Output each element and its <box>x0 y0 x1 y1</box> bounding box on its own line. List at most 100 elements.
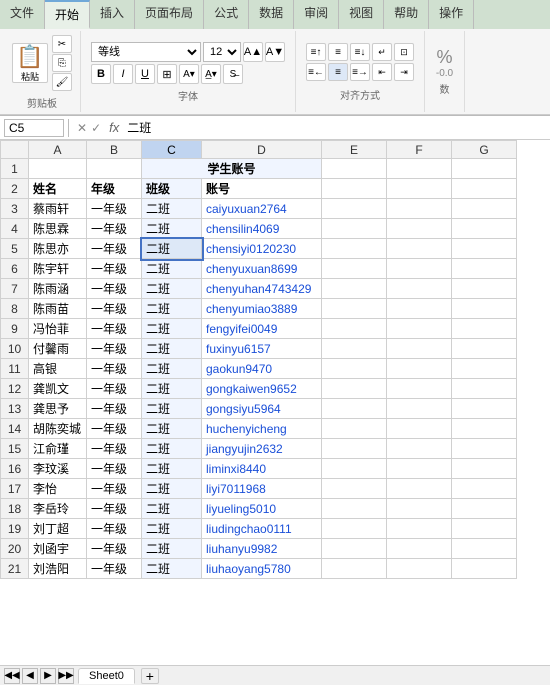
cell-5-e[interactable] <box>322 239 387 259</box>
align-right-button[interactable]: ≡→ <box>350 63 370 81</box>
cell-15-d[interactable]: jiangyujin2632 <box>202 439 322 459</box>
col-header-d[interactable]: D <box>202 141 322 159</box>
cell-5-d[interactable]: chensiyi0120230 <box>202 239 322 259</box>
add-sheet-button[interactable]: + <box>141 668 159 684</box>
row-header-10[interactable]: 10 <box>1 339 29 359</box>
tab-view[interactable]: 视图 <box>339 0 384 29</box>
fill-color-button[interactable]: A▾ <box>179 64 199 84</box>
cell-3-d[interactable]: caiyuxuan2764 <box>202 199 322 219</box>
cell-19-b[interactable]: 一年级 <box>87 519 142 539</box>
cell-15-e[interactable] <box>322 439 387 459</box>
row-header-16[interactable]: 16 <box>1 459 29 479</box>
cell-3-a[interactable]: 蔡雨轩 <box>29 199 87 219</box>
row-header-7[interactable]: 7 <box>1 279 29 299</box>
cell-7-e[interactable] <box>322 279 387 299</box>
first-sheet-button[interactable]: ◀◀ <box>4 668 20 684</box>
row-header-14[interactable]: 14 <box>1 419 29 439</box>
cut-button[interactable]: ✂ <box>52 35 72 53</box>
cell-4-f[interactable] <box>387 219 452 239</box>
cell-2-f[interactable] <box>387 179 452 199</box>
cell-21-f[interactable] <box>387 559 452 579</box>
cell-15-g[interactable] <box>452 439 517 459</box>
cell-3-e[interactable] <box>322 199 387 219</box>
row-header-21[interactable]: 21 <box>1 559 29 579</box>
strikethrough-button[interactable]: S̶ <box>223 64 243 84</box>
cell-11-c[interactable]: 二班 <box>142 359 202 379</box>
row-header-8[interactable]: 8 <box>1 299 29 319</box>
cell-20-d[interactable]: liuhanyu9982 <box>202 539 322 559</box>
cell-5-c[interactable]: 二班 <box>142 239 202 259</box>
cell-4-b[interactable]: 一年级 <box>87 219 142 239</box>
paste-button[interactable]: 📋 粘贴 <box>12 43 48 83</box>
cell-17-a[interactable]: 李怡 <box>29 479 87 499</box>
cell-16-d[interactable]: liminxi8440 <box>202 459 322 479</box>
cell-5-f[interactable] <box>387 239 452 259</box>
cell-13-f[interactable] <box>387 399 452 419</box>
row-header-17[interactable]: 17 <box>1 479 29 499</box>
cell-8-d[interactable]: chenyumiao3889 <box>202 299 322 319</box>
next-sheet-button[interactable]: ▶ <box>40 668 56 684</box>
cell-18-c[interactable]: 二班 <box>142 499 202 519</box>
cell-6-g[interactable] <box>452 259 517 279</box>
cancel-formula-icon[interactable]: ✕ <box>77 121 87 135</box>
cell-10-a[interactable]: 付馨雨 <box>29 339 87 359</box>
cell-9-b[interactable]: 一年级 <box>87 319 142 339</box>
cell-19-c[interactable]: 二班 <box>142 519 202 539</box>
row-header-4[interactable]: 4 <box>1 219 29 239</box>
cell-11-d[interactable]: gaokun9470 <box>202 359 322 379</box>
cell-2-c[interactable]: 班级 <box>142 179 202 199</box>
cell-3-b[interactable]: 一年级 <box>87 199 142 219</box>
cell-21-e[interactable] <box>322 559 387 579</box>
increase-indent-button[interactable]: ⇥ <box>394 63 414 81</box>
row-header-1[interactable]: 1 <box>1 159 29 179</box>
align-left-button[interactable]: ≡← <box>306 63 326 81</box>
tab-data[interactable]: 数据 <box>249 0 294 29</box>
cell-10-g[interactable] <box>452 339 517 359</box>
cell-9-e[interactable] <box>322 319 387 339</box>
col-header-b[interactable]: B <box>87 141 142 159</box>
cell-20-f[interactable] <box>387 539 452 559</box>
cell-title-merged[interactable]: 学生账号 <box>142 159 322 179</box>
cell-9-d[interactable]: fengyifei0049 <box>202 319 322 339</box>
cell-7-b[interactable]: 一年级 <box>87 279 142 299</box>
cell-13-e[interactable] <box>322 399 387 419</box>
bold-button[interactable]: B <box>91 64 111 84</box>
cell-16-f[interactable] <box>387 459 452 479</box>
cell-16-g[interactable] <box>452 459 517 479</box>
cell-14-g[interactable] <box>452 419 517 439</box>
cell-1-f[interactable] <box>387 159 452 179</box>
sheet-tab-sheet0[interactable]: Sheet0 <box>78 668 135 684</box>
tab-formula[interactable]: 公式 <box>204 0 249 29</box>
cell-11-g[interactable] <box>452 359 517 379</box>
cell-3-c[interactable]: 二班 <box>142 199 202 219</box>
cell-8-a[interactable]: 陈雨苗 <box>29 299 87 319</box>
cell-10-c[interactable]: 二班 <box>142 339 202 359</box>
row-header-20[interactable]: 20 <box>1 539 29 559</box>
col-header-e[interactable]: E <box>322 141 387 159</box>
cell-1-b[interactable] <box>87 159 142 179</box>
cell-10-d[interactable]: fuxinyu6157 <box>202 339 322 359</box>
cell-9-c[interactable]: 二班 <box>142 319 202 339</box>
cell-17-e[interactable] <box>322 479 387 499</box>
format-painter-button[interactable]: 🖌 <box>52 73 72 91</box>
font-color-button[interactable]: A̲▾ <box>201 64 221 84</box>
cell-4-d[interactable]: chensilin4069 <box>202 219 322 239</box>
row-header-19[interactable]: 19 <box>1 519 29 539</box>
row-header-9[interactable]: 9 <box>1 319 29 339</box>
cell-7-f[interactable] <box>387 279 452 299</box>
align-bottom-button[interactable]: ≡↓ <box>350 43 370 61</box>
cell-7-d[interactable]: chenyuhan4743429 <box>202 279 322 299</box>
cell-21-g[interactable] <box>452 559 517 579</box>
cell-16-b[interactable]: 一年级 <box>87 459 142 479</box>
tab-page-layout[interactable]: 页面布局 <box>135 0 204 29</box>
align-middle-button[interactable]: ≡ <box>328 43 348 61</box>
cell-1-a[interactable] <box>29 159 87 179</box>
cell-11-e[interactable] <box>322 359 387 379</box>
cell-19-g[interactable] <box>452 519 517 539</box>
col-header-f[interactable]: F <box>387 141 452 159</box>
cell-19-d[interactable]: liudingchao0111 <box>202 519 322 539</box>
cell-14-c[interactable]: 二班 <box>142 419 202 439</box>
row-header-12[interactable]: 12 <box>1 379 29 399</box>
cell-12-d[interactable]: gongkaiwen9652 <box>202 379 322 399</box>
row-header-2[interactable]: 2 <box>1 179 29 199</box>
